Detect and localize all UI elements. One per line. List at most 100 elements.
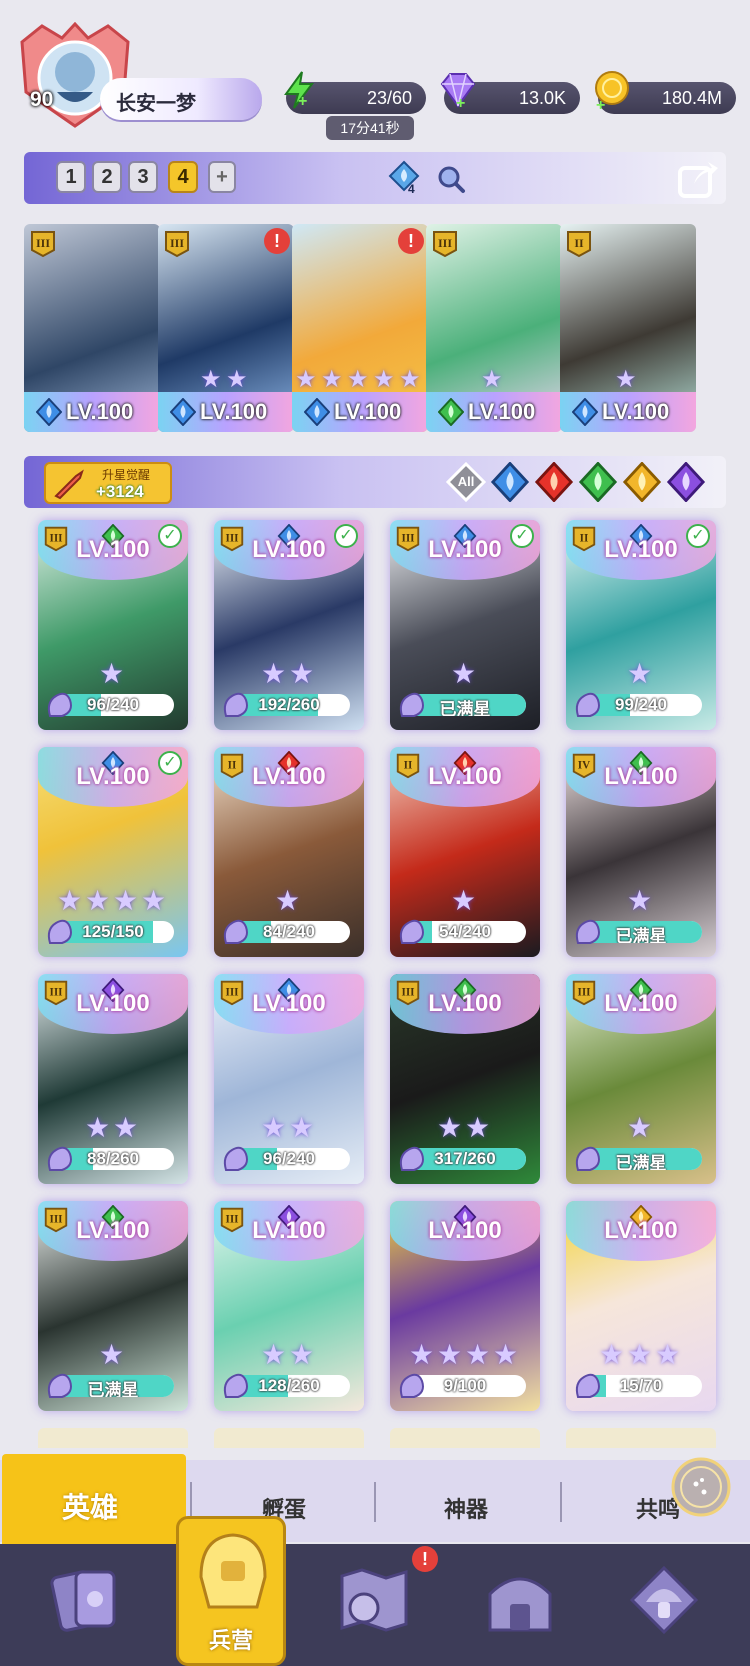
hero-card[interactable]: III LV.100 ★ ★ 317/260 xyxy=(390,974,540,1184)
nav-alert-badge: ! xyxy=(412,1546,438,1572)
team-tab-2[interactable]: 2 xyxy=(92,161,122,193)
team-hero-level: LV.100 xyxy=(66,399,134,424)
star-icon: ★ xyxy=(451,658,477,689)
nav-barracks-label: 兵营 xyxy=(208,1628,253,1653)
helmet-icon xyxy=(199,1533,267,1609)
hero-card[interactable]: III LV.100 ★ ★ 88/260 xyxy=(38,974,188,1184)
nav-barracks[interactable]: 兵营 xyxy=(176,1516,286,1666)
hero-level: LV.100 xyxy=(604,763,678,790)
filter-dark-button[interactable] xyxy=(666,461,706,503)
hero-card[interactable]: III LV.100 ★ 已满星 xyxy=(38,1201,188,1411)
gold-resource[interactable]: + 180.4M xyxy=(595,71,736,114)
alert-badge: ! xyxy=(264,228,290,254)
team-hero-card[interactable]: ! ★ ★ ★ ★ ★ LV.100 xyxy=(292,224,428,432)
sub-tab-artifacts[interactable]: 神器 xyxy=(444,1492,488,1524)
star-icon: ★ xyxy=(655,1339,681,1370)
star-icon: ★ xyxy=(493,1339,519,1370)
hero-card[interactable]: III ✓ LV.100 ★ 已满星 xyxy=(390,520,540,730)
svg-text:+: + xyxy=(456,95,465,110)
team-hero-card[interactable]: III! ★ ★ LV.100 xyxy=(158,224,294,432)
svg-text:+: + xyxy=(596,97,605,110)
hero-card[interactable]: ✓ LV.100 ★ ★ ★ ★ 125/150 xyxy=(38,747,188,957)
hero-card[interactable]: II ✓ LV.100 ★ 99/240 xyxy=(566,520,716,730)
star-icon: ★ xyxy=(437,1339,463,1370)
hero-card-partial xyxy=(566,1428,716,1448)
filter-nature-button[interactable] xyxy=(578,461,618,503)
star-icon: ★ xyxy=(373,366,395,393)
sparkle-button-icon[interactable] xyxy=(668,1454,734,1520)
star-icon: ★ xyxy=(399,366,421,393)
team-hero-card[interactable]: III LV.100 xyxy=(24,224,160,432)
star-icon: ★ xyxy=(85,1112,111,1143)
water-element-icon xyxy=(303,397,331,427)
cards-icon[interactable] xyxy=(46,1560,126,1640)
team-hero-card[interactable]: III ★ LV.100 xyxy=(426,224,562,432)
hero-level: LV.100 xyxy=(428,1217,502,1244)
team-power-count: 4 xyxy=(408,182,415,196)
team-hero-level: LV.100 xyxy=(334,399,402,424)
star-icon: ★ xyxy=(261,1339,287,1370)
hero-card[interactable]: III ✓ LV.100 ★ ★ 192/260 xyxy=(214,520,364,730)
shard-icon xyxy=(399,692,424,717)
star-icon: ★ xyxy=(615,366,637,393)
hero-card-partial xyxy=(214,1428,364,1448)
team-hero-level: LV.100 xyxy=(468,399,536,424)
hero-card[interactable]: III ✓ LV.100 ★ 96/240 xyxy=(38,520,188,730)
star-icon: ★ xyxy=(627,1339,653,1370)
filter-light-button[interactable] xyxy=(622,461,662,503)
team-tab-1[interactable]: 1 xyxy=(56,161,86,193)
team-hero-level: LV.100 xyxy=(602,399,670,424)
rank-badge-icon: II xyxy=(564,228,594,258)
team-add-button[interactable]: + xyxy=(208,161,236,193)
team-tab-3[interactable]: 3 xyxy=(128,161,158,193)
star-icon: ★ xyxy=(289,658,315,689)
team-tab-4[interactable]: 4 xyxy=(168,161,198,193)
hero-level: LV.100 xyxy=(604,1217,678,1244)
hero-card[interactable]: III LV.100 ★ ★ 96/240 xyxy=(214,974,364,1184)
hero-card[interactable]: IV LV.100 ★ 已满星 xyxy=(566,747,716,957)
castle-icon[interactable] xyxy=(480,1560,560,1640)
awaken-value: +3124 xyxy=(96,482,144,501)
hero-card[interactable]: III LV.100 ★ ★ 128/260 xyxy=(214,1201,364,1411)
gem-resource[interactable]: + 13.0K xyxy=(440,73,580,114)
star-icon: ★ xyxy=(465,1112,491,1143)
map-icon[interactable] xyxy=(334,1560,414,1640)
hero-level: LV.100 xyxy=(604,536,678,563)
hero-card[interactable]: II LV.100 ★ 54/240 xyxy=(390,747,540,957)
filter-fire-button[interactable] xyxy=(534,461,574,503)
shard-icon xyxy=(47,1146,72,1171)
sub-tab-heroes[interactable]: 英雄 xyxy=(62,1486,118,1526)
shard-icon xyxy=(47,692,72,717)
shard-icon xyxy=(223,1373,248,1398)
energy-value: 23/60 xyxy=(366,88,412,108)
filter-water-button[interactable] xyxy=(490,461,530,503)
star-icon: ★ xyxy=(465,1339,491,1370)
player-name: 长安一梦 xyxy=(116,93,196,115)
hero-card[interactable]: III LV.100 ★ 已满星 xyxy=(566,974,716,1184)
filter-all-button[interactable]: All xyxy=(445,461,487,503)
star-icon: ★ xyxy=(289,1112,315,1143)
hero-card-partial xyxy=(38,1428,188,1448)
star-awaken-button[interactable]: 升星觉醒 +3124 xyxy=(44,462,172,504)
team-power-icon[interactable] xyxy=(386,160,422,196)
team-hero-card[interactable]: II ★ LV.100 xyxy=(560,224,696,432)
hero-level: LV.100 xyxy=(76,990,150,1017)
shard-icon xyxy=(575,1373,600,1398)
hero-card[interactable]: II LV.100 ★ 84/240 xyxy=(214,747,364,957)
hero-card[interactable]: LV.100 ★ ★ ★ ★ 9/100 xyxy=(390,1201,540,1411)
shard-icon xyxy=(575,692,600,717)
shard-icon xyxy=(399,919,424,944)
hero-level: LV.100 xyxy=(252,763,326,790)
sword-icon xyxy=(54,469,84,500)
mushroom-icon[interactable] xyxy=(624,1560,704,1640)
player-name-bar[interactable]: 长安一梦 xyxy=(100,78,262,120)
energy-resource[interactable]: + 23/60 xyxy=(284,71,426,114)
team-hero-level-bar: LV.100 xyxy=(560,392,696,432)
star-icon: ★ xyxy=(226,366,248,393)
star-icon: ★ xyxy=(261,1112,287,1143)
star-icon: ★ xyxy=(599,1339,625,1370)
search-icon[interactable] xyxy=(436,164,466,194)
share-icon[interactable] xyxy=(676,156,720,200)
hero-card[interactable]: LV.100 ★ ★ ★ 15/70 xyxy=(566,1201,716,1411)
star-icon: ★ xyxy=(57,885,83,916)
